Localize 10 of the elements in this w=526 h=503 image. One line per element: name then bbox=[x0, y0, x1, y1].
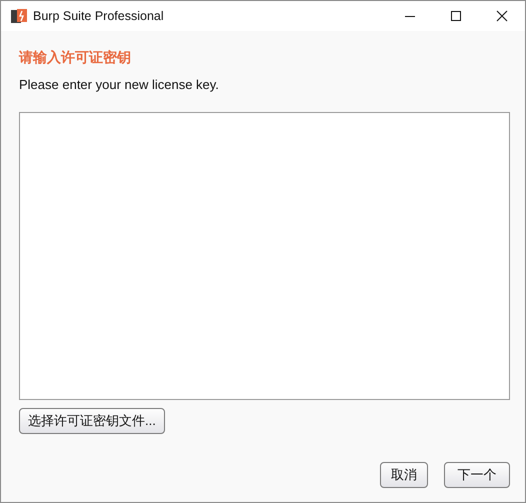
close-icon bbox=[496, 10, 508, 22]
app-logo-icon bbox=[11, 8, 27, 24]
choose-file-button[interactable]: 选择许可证密钥文件... bbox=[19, 408, 165, 434]
dialog-heading: 请输入许可证密钥 bbox=[19, 48, 132, 67]
maximize-icon bbox=[450, 10, 462, 22]
cancel-button[interactable]: 取消 bbox=[380, 462, 428, 488]
window-title: Burp Suite Professional bbox=[33, 8, 164, 25]
next-button[interactable]: 下一个 bbox=[444, 462, 510, 488]
license-key-field[interactable] bbox=[19, 112, 510, 400]
instruction-text: Please enter your new license key. bbox=[19, 76, 219, 94]
